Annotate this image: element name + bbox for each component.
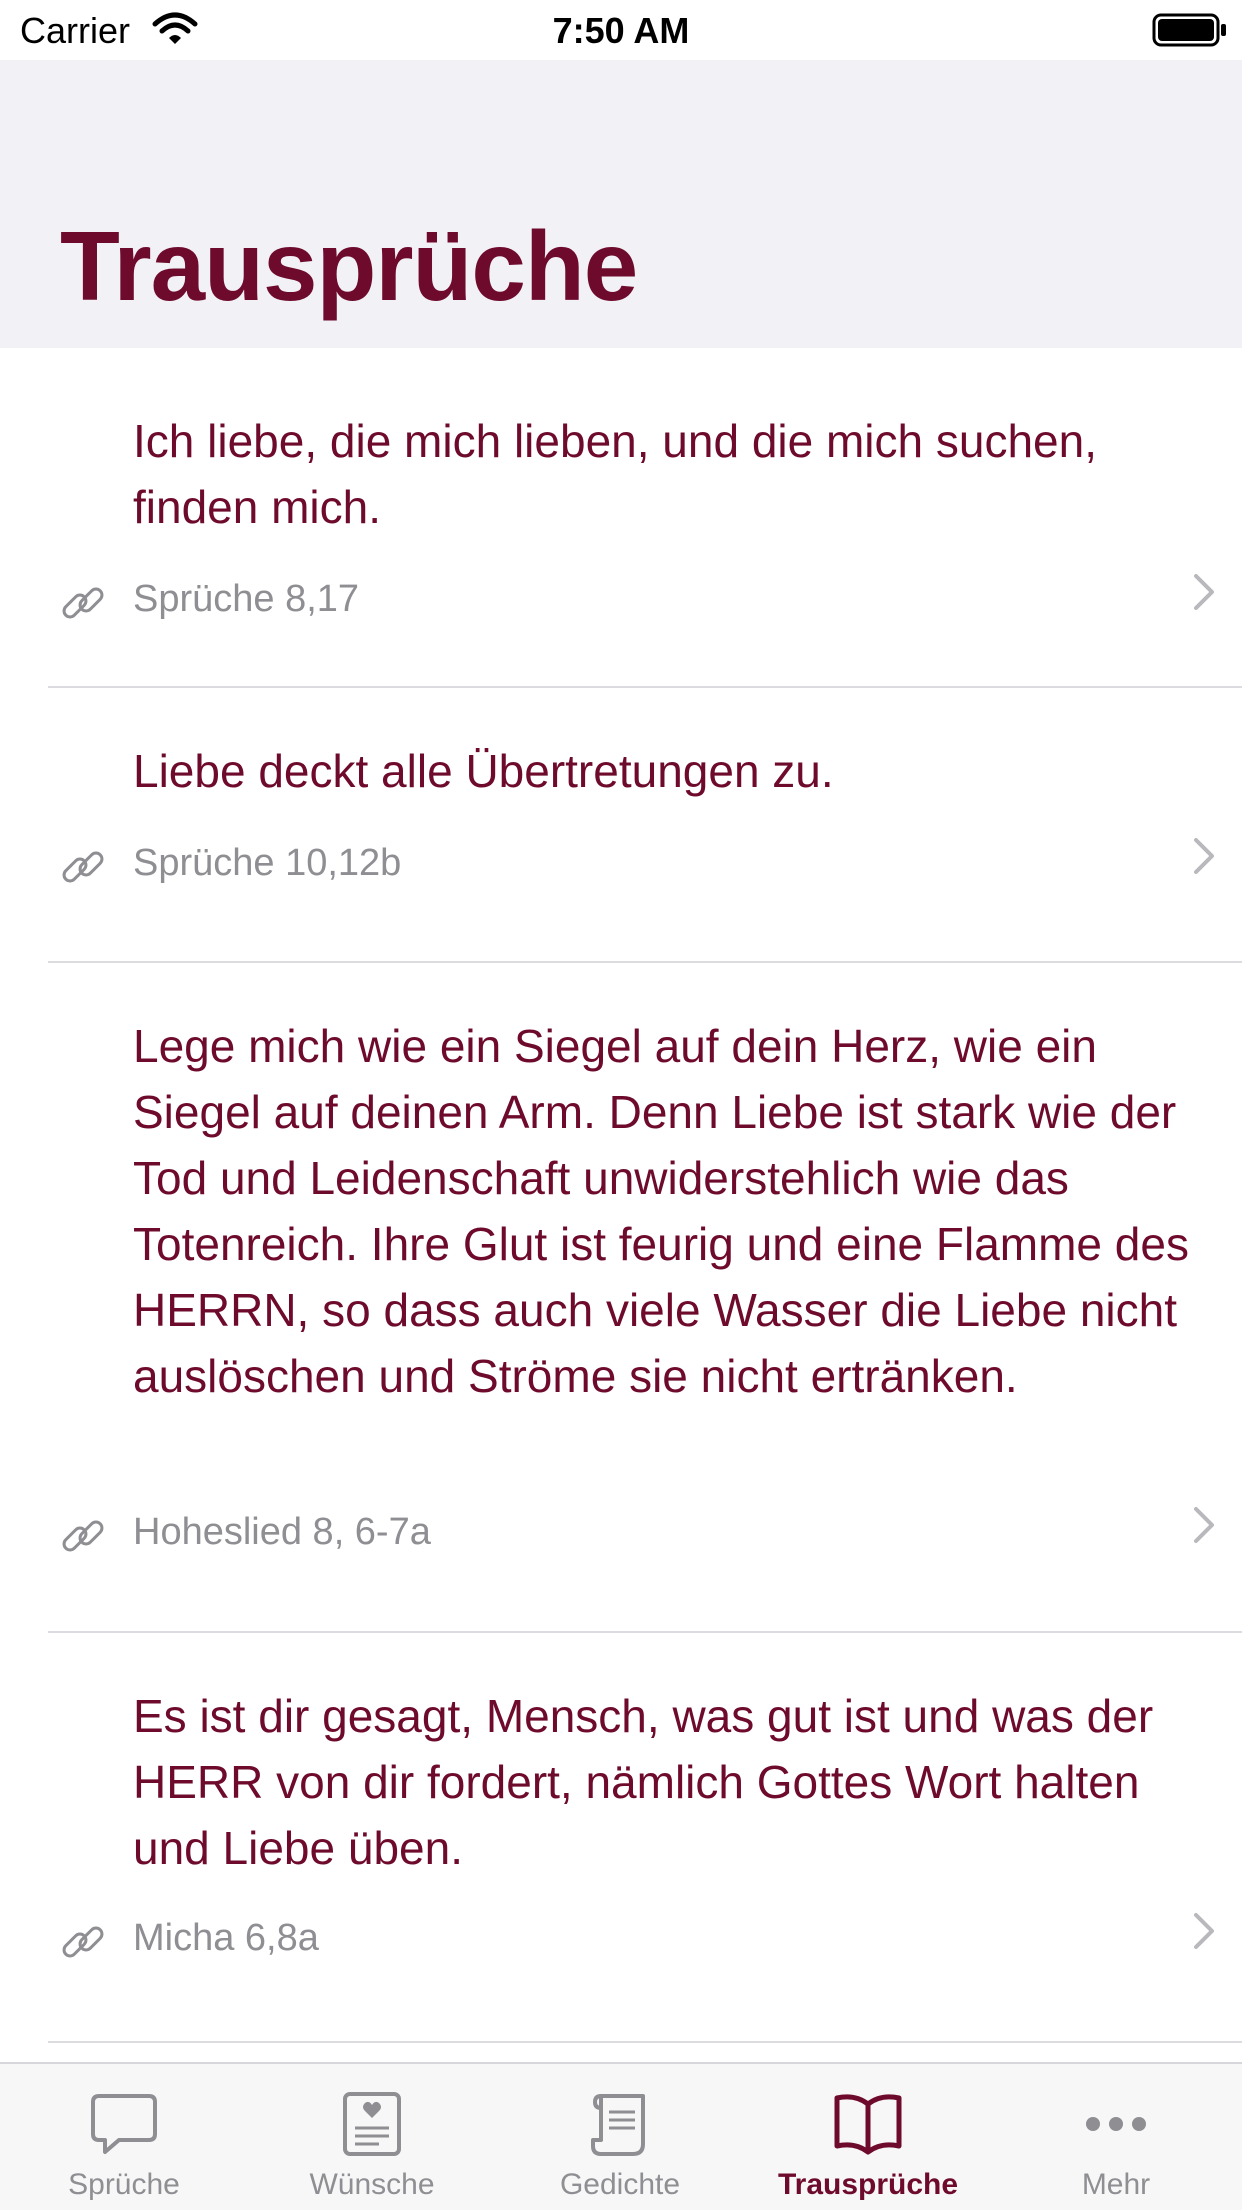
link-icon <box>62 1520 104 1552</box>
reference-line: Sprüche 10,12b <box>48 834 1242 904</box>
reference-line: Hoheslied 8, 6-7a <box>48 1503 1242 1573</box>
verse-text: Liebe deckt alle Übertretungen zu. <box>133 745 834 797</box>
tab-mehr[interactable]: Mehr <box>992 2064 1240 2210</box>
status-time: 7:50 AM <box>552 10 690 51</box>
page-title: Trausprüche <box>60 211 638 321</box>
reference-text: Micha 6,8a <box>133 1917 319 1959</box>
card-heart-icon <box>343 2092 401 2156</box>
reference-line: Sprüche 8,17 <box>48 570 1242 640</box>
verse-text: Lege mich wie ein Siegel auf dein Herz, … <box>133 1020 1189 1402</box>
chevron-right-icon[interactable] <box>1192 836 1218 876</box>
tab-label: Mehr <box>1081 2168 1151 2201</box>
tab-label: Trausprüche <box>777 2168 959 2201</box>
reference-text: Sprüche 10,12b <box>133 842 402 884</box>
open-book-icon <box>834 2094 902 2155</box>
speech-bubble-icon <box>91 2094 157 2154</box>
chevron-right-icon[interactable] <box>1192 1505 1218 1545</box>
tab-sprueche[interactable]: Sprüche <box>0 2064 248 2210</box>
verse-text: Ich liebe, die mich lieben, und die mich… <box>133 415 1098 533</box>
more-dots-icon <box>1086 2117 1146 2131</box>
tab-label: Wünsche <box>309 2168 435 2201</box>
tab-label: Sprüche <box>68 2168 180 2201</box>
link-icon <box>62 1926 104 1958</box>
tab-wuensche[interactable]: Wünsche <box>248 2064 496 2210</box>
reference-text: Sprüche 8,17 <box>133 578 360 620</box>
battery-icon <box>1152 13 1226 47</box>
chevron-right-icon[interactable] <box>1192 572 1218 612</box>
chevron-right-icon[interactable] <box>1192 1911 1218 1951</box>
link-icon <box>62 851 104 883</box>
list-item[interactable]: Lege mich wie ein Siegel auf dein Herz, … <box>48 963 1242 1633</box>
verse-text: Es ist dir gesagt, Mensch, was gut ist u… <box>133 1690 1154 1874</box>
tab-gedichte[interactable]: Gedichte <box>496 2064 744 2210</box>
verse-list[interactable]: Ich liebe, die mich lieben, und die mich… <box>0 348 1242 2043</box>
tab-trausprueche[interactable]: Trausprüche <box>744 2064 992 2210</box>
navigation-header: Trausprüche <box>0 60 1242 348</box>
list-item[interactable]: Es ist dir gesagt, Mensch, was gut ist u… <box>48 1633 1242 2043</box>
reference-text: Hoheslied 8, 6-7a <box>133 1511 431 1553</box>
tab-bar: Sprüche Wünsche Gedichte Trausprüche Meh… <box>0 2062 1242 2210</box>
scroll-icon <box>591 2094 645 2156</box>
list-item[interactable]: Ich liebe, die mich lieben, und die mich… <box>48 348 1242 688</box>
status-bar: Carrier 7:50 AM <box>0 0 1242 60</box>
tab-label: Gedichte <box>559 2168 681 2201</box>
list-item[interactable]: Liebe deckt alle Übertretungen zu. Sprüc… <box>48 688 1242 963</box>
link-icon <box>62 587 104 619</box>
reference-line: Micha 6,8a <box>48 1909 1242 1979</box>
